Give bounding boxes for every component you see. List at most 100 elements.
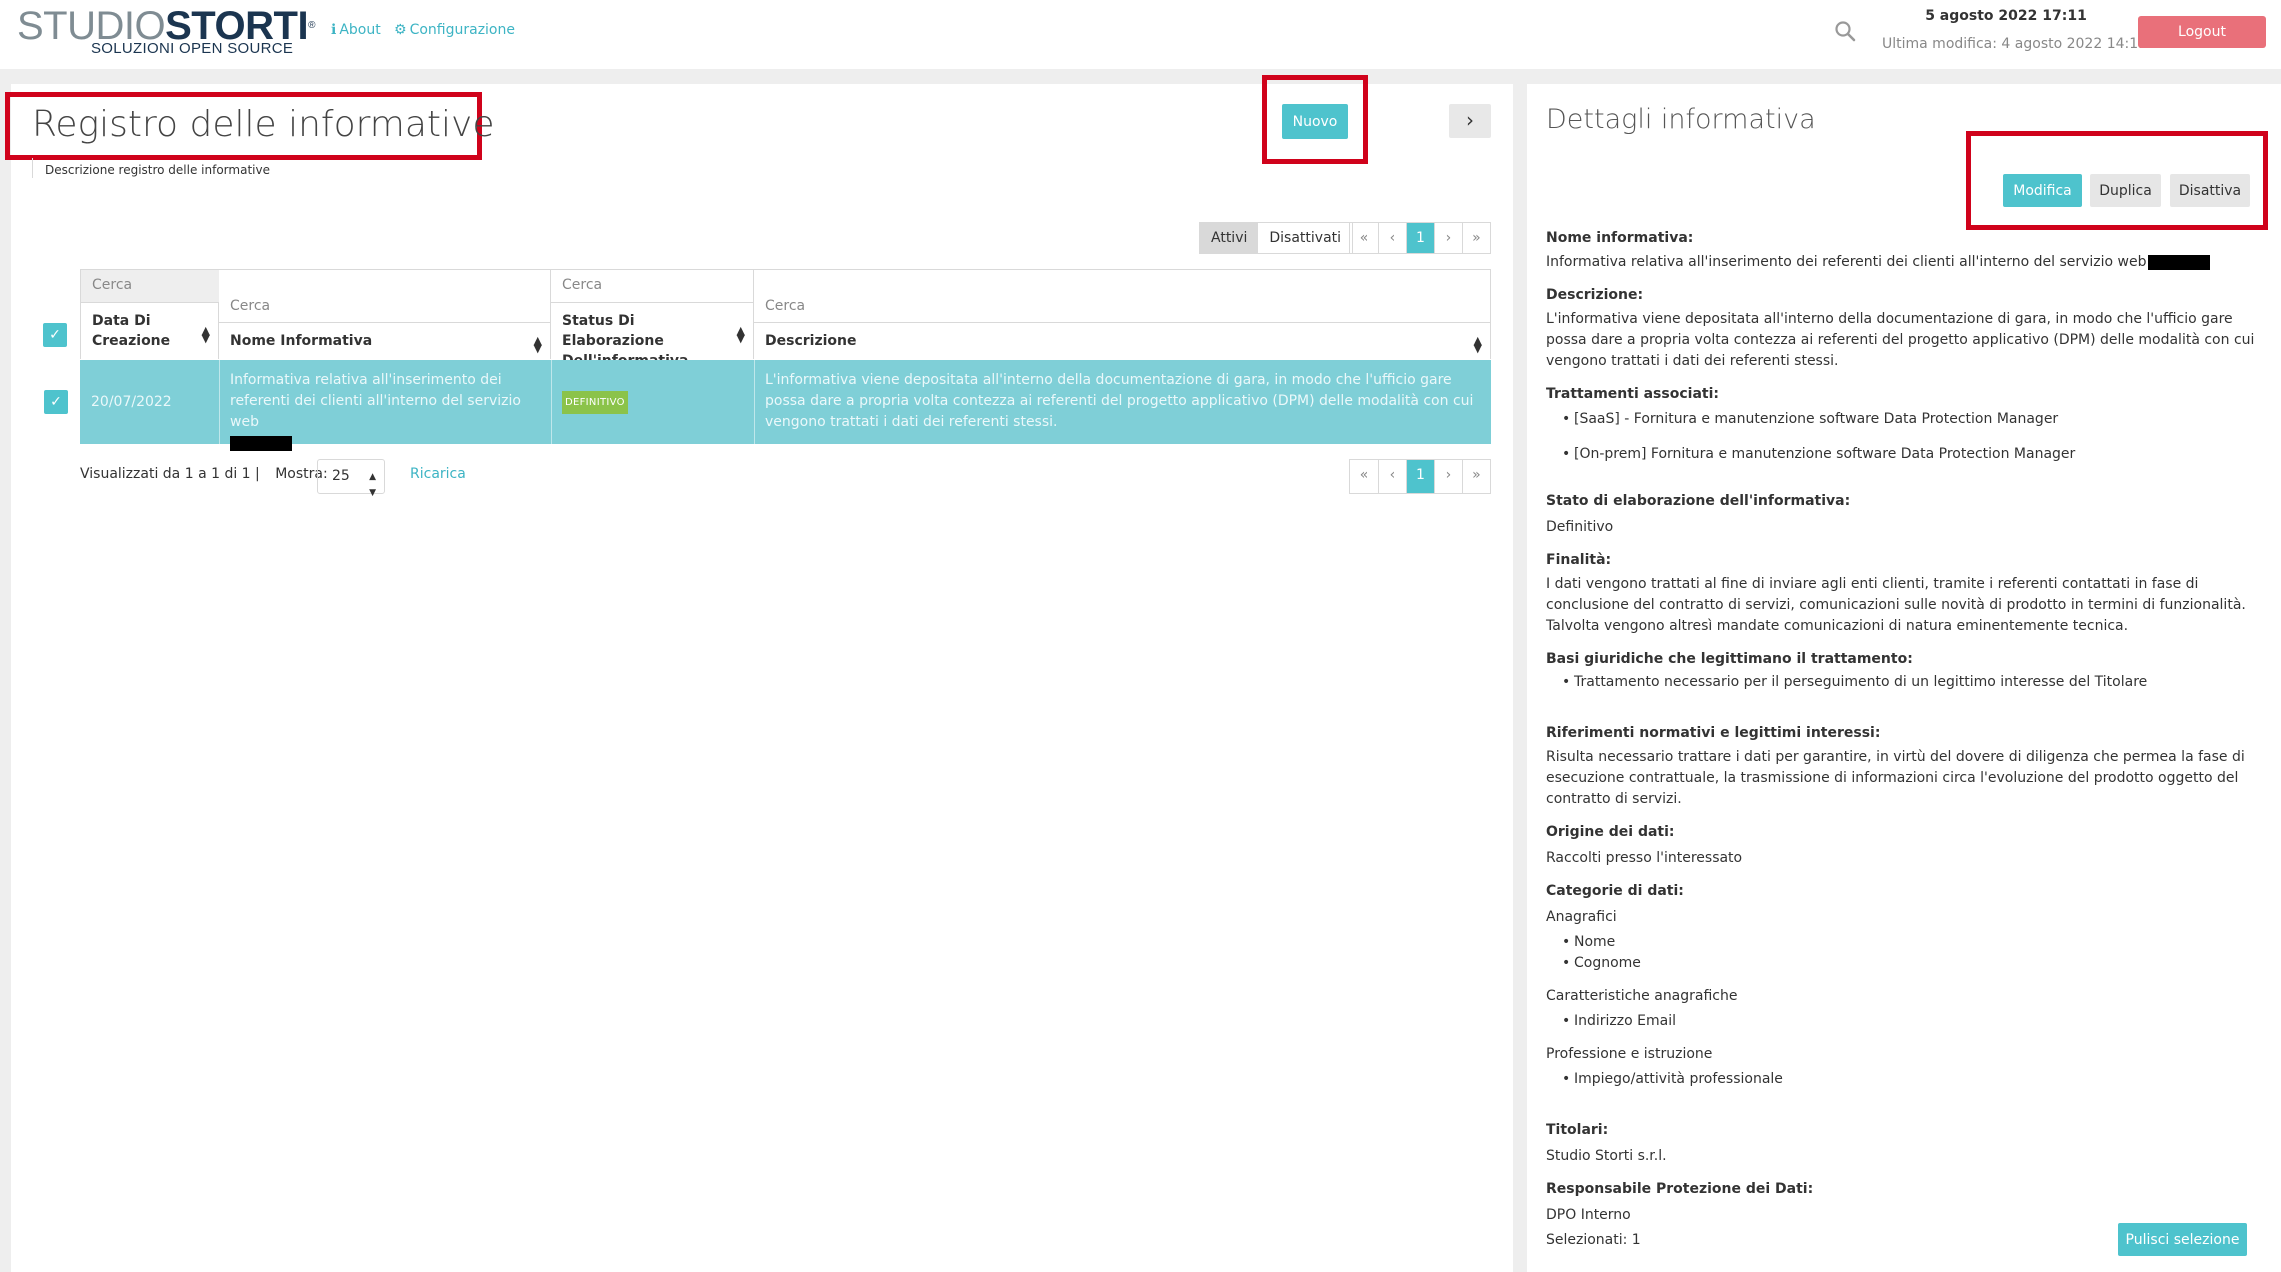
showing-count: Visualizzati da 1 a 1 di 1 | — [80, 466, 260, 482]
edit-button[interactable]: Modifica — [2003, 174, 2082, 207]
duplicate-button[interactable]: Duplica — [2090, 174, 2161, 207]
nav-configurazione[interactable]: ⚙ Configurazione — [394, 22, 515, 38]
cell-date: 20/07/2022 — [91, 394, 172, 410]
category-name: Professione e istruzione — [1546, 1046, 1713, 1062]
studio-storti-logo[interactable]: STUDIOSTORTI® SOLUZIONI OPEN SOURCE — [17, 6, 315, 58]
page-prev[interactable]: ‹ — [1377, 460, 1406, 493]
name-value-row: Informativa relativa all'inserimento dei… — [1546, 252, 2266, 273]
owners-value: Studio Storti s.r.l. — [1546, 1148, 1667, 1164]
page-prev[interactable]: ‹ — [1377, 223, 1406, 253]
search-icon[interactable] — [1834, 20, 1856, 42]
page-current[interactable]: 1 — [1405, 460, 1434, 493]
search-descrizione[interactable]: Cerca — [765, 298, 805, 314]
refs-label: Riferimenti normativi e legittimi intere… — [1546, 725, 1881, 741]
owners-label: Titolari: — [1546, 1122, 1609, 1138]
categories-label: Categorie di dati: — [1546, 883, 1684, 899]
details-title: Dettagli informativa — [1546, 104, 1816, 135]
desc-label: Descrizione: — [1546, 287, 1644, 303]
category-item: Nome — [1562, 932, 2266, 953]
col-descrizione[interactable]: Descrizione — [765, 331, 856, 351]
page-first[interactable]: « — [1350, 460, 1378, 493]
treatment-item: [SaaS] - Fornitura e manutenzione softwa… — [1562, 409, 2266, 430]
th-descrizione: Cerca Descrizione ▲ ▼ — [754, 269, 1491, 359]
row-checkbox[interactable]: ✓ — [44, 390, 68, 414]
page-size-select[interactable]: 25 ▲ ▼ — [317, 459, 385, 498]
nav-about[interactable]: ℹ About — [331, 22, 381, 38]
refs-value: Risulta necessario trattare i dati per g… — [1546, 749, 2245, 807]
sort-icon[interactable]: ▲ ▼ — [1474, 335, 1482, 354]
chevron-updown-icon: ▲ ▼ — [369, 472, 376, 498]
last-modified: Ultima modifica: 4 agosto 2022 14:11 — [1882, 36, 2148, 52]
search-status[interactable]: Cerca — [562, 277, 602, 293]
origin-value: Raccolti presso l'interessato — [1546, 850, 1743, 866]
details-body: Nome informativa: Informativa relativa a… — [1546, 220, 2266, 1251]
category-name: Anagrafici — [1546, 909, 1617, 925]
redacted-block — [230, 435, 292, 451]
logout-button[interactable]: Logout — [2138, 16, 2266, 48]
registry-description: Descrizione registro delle informative — [32, 158, 270, 178]
page-next[interactable]: › — [1433, 223, 1462, 253]
legal-item: Trattamento necessario per il perseguime… — [1562, 672, 2266, 693]
filter-attivi[interactable]: Attivi — [1200, 223, 1259, 253]
category-item: Cognome — [1562, 953, 2266, 974]
deactivate-button[interactable]: Disattiva — [2170, 174, 2250, 207]
category-items: Impiego/attività professionale — [1546, 1069, 2266, 1090]
logo-reg: ® — [308, 20, 315, 31]
page-last[interactable]: » — [1461, 460, 1490, 493]
treatments-list: [SaaS] - Fornitura e manutenzione softwa… — [1546, 409, 2266, 465]
desc-value: L'informativa viene depositata all'inter… — [1546, 311, 2255, 369]
info-icon: ℹ — [331, 22, 337, 38]
category-items: Nome Cognome — [1546, 932, 2266, 974]
name-value: Informativa relativa all'inserimento dei… — [1546, 254, 2147, 270]
page-next[interactable]: › — [1433, 460, 1462, 493]
page-first[interactable]: « — [1350, 223, 1378, 253]
category-item: Indirizzo Email — [1562, 1011, 2266, 1032]
th-data-creazione: Cerca Data Di Creazione ▲ ▼ — [80, 269, 219, 359]
name-label: Nome informativa: — [1546, 230, 1694, 246]
gear-icon: ⚙ — [394, 22, 407, 38]
pagination-top: « ‹ 1 › » — [1349, 222, 1491, 254]
new-button[interactable]: Nuovo — [1282, 104, 1348, 139]
nav-about-label: About — [339, 22, 381, 38]
page-last[interactable]: » — [1461, 223, 1490, 253]
cell-description: L'informativa viene depositata all'inter… — [765, 372, 1474, 430]
cell-name: Informativa relativa all'inserimento dei… — [230, 360, 545, 451]
purpose-label: Finalità: — [1546, 552, 1612, 568]
treatment-item: [On-prem] Fornitura e manutenzione softw… — [1562, 444, 2266, 465]
state-label: Stato di elaborazione dell'informativa: — [1546, 493, 1851, 509]
treatments-label: Trattamenti associati: — [1546, 386, 1719, 402]
dpo-label: Responsabile Protezione dei Dati: — [1546, 1181, 1814, 1197]
status-filter: Attivi Disattivati — [1199, 222, 1354, 254]
col-nome-informativa[interactable]: Nome Informativa — [230, 331, 372, 351]
search-nome-informativa[interactable]: Cerca — [230, 298, 270, 314]
table-info: Visualizzati da 1 a 1 di 1 | Mostra: — [80, 466, 328, 482]
col-data-creazione[interactable]: Data Di Creazione — [92, 311, 202, 351]
th-status: Cerca Status Di Elaborazione Dell'inform… — [551, 269, 754, 369]
page-current[interactable]: 1 — [1405, 223, 1434, 253]
search-data-creazione[interactable]: Cerca — [92, 277, 132, 293]
select-all-checkbox[interactable]: ✓ — [43, 323, 67, 347]
reload-link[interactable]: Ricarica — [410, 466, 466, 482]
current-date: 5 agosto 2022 17:11 — [1925, 8, 2087, 24]
chevron-right-icon[interactable]: › — [1449, 104, 1491, 138]
legal-label: Basi giuridiche che legittimano il tratt… — [1546, 651, 1913, 667]
th-nome-informativa: Cerca Nome Informativa ▲ ▼ — [219, 269, 551, 359]
category-name: Caratteristiche anagrafiche — [1546, 988, 1738, 1004]
clear-selection-button[interactable]: Pulisci selezione — [2118, 1223, 2247, 1256]
sort-icon[interactable]: ▲ ▼ — [534, 335, 542, 354]
redacted-block — [2148, 254, 2211, 270]
sort-icon[interactable]: ▲ ▼ — [202, 325, 210, 344]
origin-label: Origine dei dati: — [1546, 824, 1675, 840]
registry-panel — [11, 84, 1513, 1272]
legal-list: Trattamento necessario per il perseguime… — [1546, 672, 2266, 693]
top-bar: STUDIOSTORTI® SOLUZIONI OPEN SOURCE ℹ Abo… — [0, 0, 2281, 69]
page-size-value: 25 — [332, 468, 350, 484]
filter-disattivati[interactable]: Disattivati — [1258, 223, 1352, 253]
sort-icon[interactable]: ▲ ▼ — [737, 325, 745, 344]
nav-configurazione-label: Configurazione — [409, 22, 515, 38]
category-items: Indirizzo Email — [1546, 1011, 2266, 1032]
cell-name-text: Informativa relativa all'inserimento dei… — [230, 372, 521, 430]
purpose-value: I dati vengono trattati al fine di invia… — [1546, 576, 2246, 634]
pagination-bottom: « ‹ 1 › » — [1349, 459, 1491, 494]
table-row[interactable]: 20/07/2022 Informativa relativa all'inse… — [80, 360, 1491, 451]
